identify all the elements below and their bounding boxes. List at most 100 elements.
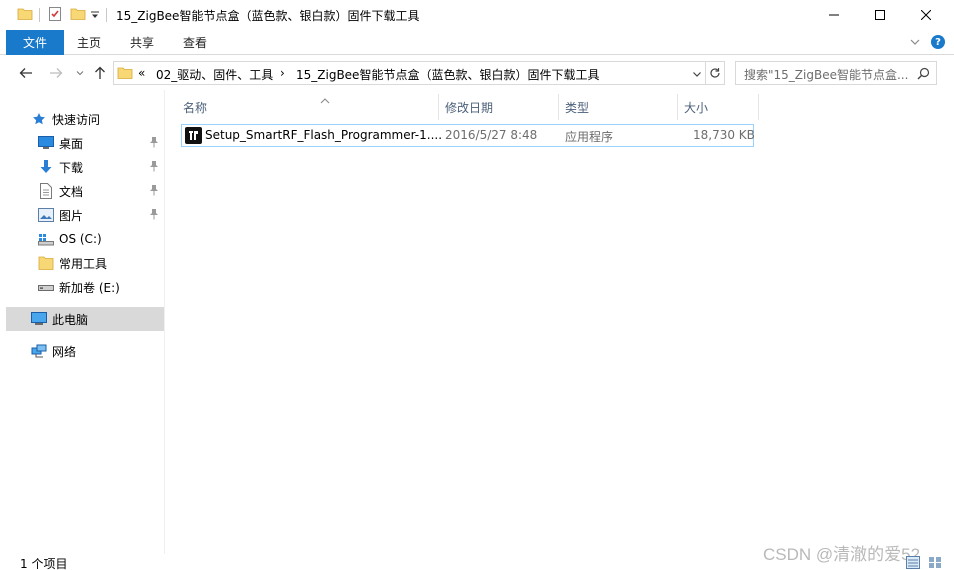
column-label: 名称 bbox=[183, 100, 208, 115]
expand-ribbon-icon[interactable] bbox=[908, 35, 922, 49]
file-name[interactable]: Setup_SmartRF_Flash_Programmer-1.... bbox=[205, 128, 442, 142]
column-divider[interactable] bbox=[558, 94, 559, 120]
toolbar-separator bbox=[106, 8, 107, 22]
network-icon bbox=[31, 343, 47, 359]
column-divider[interactable] bbox=[677, 94, 678, 120]
maximize-button[interactable] bbox=[857, 0, 903, 30]
nav-label: 图片 bbox=[59, 208, 84, 223]
chevron-down-icon[interactable] bbox=[692, 68, 702, 82]
document-icon bbox=[38, 183, 54, 199]
pin-icon[interactable] bbox=[149, 136, 159, 151]
forward-button[interactable] bbox=[47, 64, 65, 82]
column-header-size[interactable]: 大小 bbox=[684, 94, 754, 120]
column-label: 大小 bbox=[684, 100, 709, 115]
watermark: CSDN @清澈的爱52 bbox=[763, 545, 921, 564]
file-type: 应用程序 bbox=[565, 130, 614, 144]
close-icon bbox=[921, 10, 931, 20]
details-view-icon[interactable] bbox=[906, 556, 920, 569]
nav-label: 桌面 bbox=[59, 136, 84, 151]
maximize-icon bbox=[875, 10, 885, 20]
pin-icon[interactable] bbox=[149, 208, 159, 223]
status-bar: 1 个项目 CSDN @清澈的爱52 bbox=[0, 545, 954, 570]
table-row[interactable]: Setup_SmartRF_Flash_Programmer-1.... 201… bbox=[181, 124, 755, 147]
column-header-type[interactable]: 类型 bbox=[565, 94, 675, 120]
help-button[interactable]: ? bbox=[931, 35, 945, 49]
nav-label: 下载 bbox=[59, 160, 84, 175]
tab-file[interactable]: 文件 bbox=[6, 30, 64, 55]
back-button[interactable] bbox=[17, 64, 35, 82]
pin-icon[interactable] bbox=[149, 160, 159, 175]
tab-home[interactable]: 主页 bbox=[68, 30, 110, 55]
column-divider[interactable] bbox=[438, 94, 439, 120]
sidebar-item-common-tools[interactable]: 常用工具 bbox=[6, 251, 164, 275]
breadcrumb-separator-icon[interactable]: › bbox=[280, 66, 285, 80]
sidebar-item-desktop[interactable]: 桌面 bbox=[6, 131, 164, 155]
navigation-pane: 快速访问 桌面 下载 文档 图片 OS (C:) 常用工具 新加卷 (E:) 此… bbox=[6, 96, 164, 536]
nav-label: 网络 bbox=[52, 344, 77, 359]
nav-label: 此电脑 bbox=[52, 312, 89, 327]
refresh-button[interactable] bbox=[706, 61, 725, 85]
column-header-name[interactable]: 名称 bbox=[183, 94, 439, 120]
back-arrow-icon bbox=[19, 68, 32, 78]
ribbon-tabs: 文件 主页 共享 查看 ? bbox=[0, 30, 954, 55]
sidebar-item-this-pc[interactable]: 此电脑 bbox=[6, 307, 164, 331]
sidebar-item-downloads[interactable]: 下载 bbox=[6, 155, 164, 179]
sidebar-item-pictures[interactable]: 图片 bbox=[6, 203, 164, 227]
refresh-icon bbox=[710, 68, 720, 78]
nav-label: 常用工具 bbox=[59, 256, 108, 271]
folder-icon bbox=[117, 65, 133, 84]
up-arrow-icon bbox=[95, 66, 105, 79]
picture-icon bbox=[38, 207, 54, 223]
folder-icon bbox=[17, 6, 33, 25]
search-placeholder: 搜索"15_ZigBee智能节点盒... bbox=[744, 68, 909, 82]
search-box[interactable]: 搜索"15_ZigBee智能节点盒... bbox=[735, 61, 937, 85]
file-size: 18,730 KB bbox=[693, 128, 755, 142]
breadcrumb-segment[interactable]: 15_ZigBee智能节点盒（蓝色款、银白款）固件下载工具 bbox=[296, 66, 599, 83]
minimize-button[interactable] bbox=[811, 0, 857, 30]
column-header-modified[interactable]: 修改日期 bbox=[445, 94, 557, 120]
up-button[interactable] bbox=[91, 64, 109, 82]
address-row: « 02_驱动、固件、工具 › 15_ZigBee智能节点盒（蓝色款、银白款）固… bbox=[0, 56, 954, 90]
forward-arrow-icon bbox=[50, 68, 63, 78]
nav-label: 快速访问 bbox=[52, 112, 101, 127]
folder-icon bbox=[38, 255, 54, 271]
title-bar: 15_ZigBee智能节点盒（蓝色款、银白款）固件下载工具 bbox=[0, 0, 954, 30]
column-label: 修改日期 bbox=[445, 100, 494, 115]
window-title: 15_ZigBee智能节点盒（蓝色款、银白款）固件下载工具 bbox=[116, 9, 420, 23]
properties-icon[interactable] bbox=[47, 6, 63, 25]
file-modified: 2016/5/27 8:48 bbox=[445, 128, 538, 142]
sort-ascending-icon bbox=[320, 93, 330, 107]
breadcrumb-overflow[interactable]: « bbox=[138, 66, 145, 80]
item-count: 1 个项目 bbox=[20, 557, 68, 570]
tab-view[interactable]: 查看 bbox=[174, 30, 216, 55]
pin-icon[interactable] bbox=[149, 184, 159, 199]
close-button[interactable] bbox=[903, 0, 949, 30]
address-bar[interactable]: « 02_驱动、固件、工具 › 15_ZigBee智能节点盒（蓝色款、银白款）固… bbox=[113, 61, 706, 85]
search-icon[interactable] bbox=[917, 67, 930, 83]
desktop-icon bbox=[38, 135, 54, 151]
sidebar-item-documents[interactable]: 文档 bbox=[6, 179, 164, 203]
recent-locations-button[interactable] bbox=[71, 64, 89, 82]
star-icon bbox=[31, 111, 47, 127]
nav-label: 文档 bbox=[59, 184, 84, 199]
nav-label: OS (C:) bbox=[59, 232, 102, 246]
nav-quick-access[interactable]: 快速访问 bbox=[6, 107, 164, 131]
nav-label: 新加卷 (E:) bbox=[59, 280, 120, 295]
chevron-down-icon bbox=[76, 71, 84, 76]
customize-toolbar-icon[interactable] bbox=[90, 9, 100, 23]
sidebar-item-volume-e[interactable]: 新加卷 (E:) bbox=[6, 275, 164, 299]
new-folder-icon[interactable] bbox=[70, 6, 86, 25]
column-divider[interactable] bbox=[758, 94, 759, 120]
sidebar-item-os-c[interactable]: OS (C:) bbox=[6, 227, 164, 251]
large-icons-view-icon[interactable] bbox=[928, 556, 942, 569]
tab-share[interactable]: 共享 bbox=[121, 30, 163, 55]
column-label: 类型 bbox=[565, 100, 590, 115]
computer-icon bbox=[31, 311, 47, 327]
ti-installer-icon bbox=[185, 127, 202, 144]
breadcrumb-segment[interactable]: 02_驱动、固件、工具 bbox=[156, 66, 273, 83]
sidebar-item-network[interactable]: 网络 bbox=[6, 339, 164, 363]
drive-icon bbox=[38, 279, 54, 295]
file-list: 名称 修改日期 类型 大小 Setup_SmartRF_Flash_Progra… bbox=[165, 90, 954, 554]
drive-icon bbox=[38, 231, 54, 247]
toolbar-separator bbox=[39, 8, 40, 22]
